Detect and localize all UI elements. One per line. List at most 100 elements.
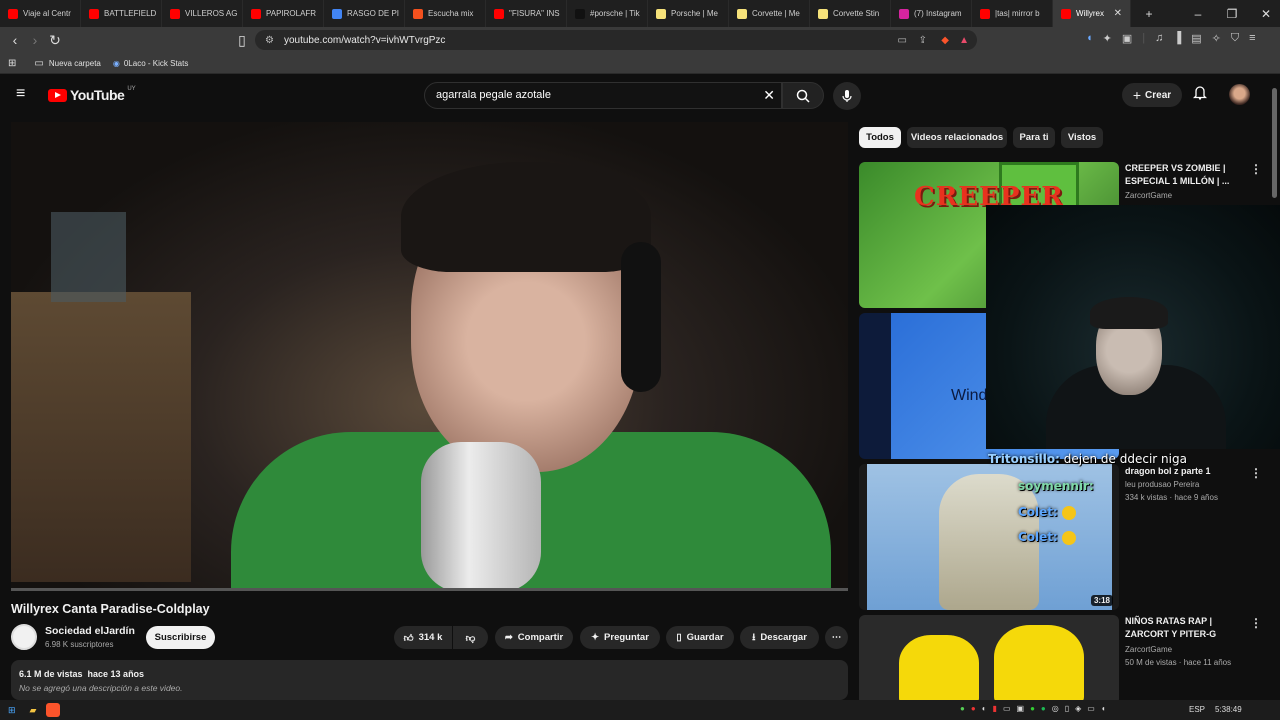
ask-button[interactable]: ✦ Preguntar bbox=[580, 626, 660, 649]
tray-app-icon[interactable]: ◐ bbox=[982, 704, 987, 713]
leo-icon[interactable]: ✧ bbox=[1212, 32, 1221, 45]
browser-tab[interactable]: Viaje al Centr bbox=[0, 0, 81, 27]
browser-tab[interactable]: Escucha mix bbox=[405, 0, 486, 27]
tray-app-icon[interactable]: ● bbox=[1030, 704, 1035, 713]
tray-app-icon[interactable]: ▯ bbox=[1065, 704, 1069, 713]
tray-app-icon[interactable]: ◈ bbox=[1075, 704, 1081, 713]
related-more-icon[interactable]: ⋮ bbox=[1250, 162, 1262, 176]
wallet-icon[interactable]: ▤ bbox=[1191, 32, 1201, 45]
brave-taskbar-icon[interactable] bbox=[46, 703, 61, 717]
windows-start-icon[interactable]: ⊞ bbox=[8, 705, 16, 716]
download-button[interactable]: ⭳ Descargar bbox=[740, 626, 819, 649]
search-input[interactable]: agarrala pegale azotale ✕ bbox=[424, 82, 782, 109]
browser-tab[interactable]: Corvette | Me bbox=[729, 0, 810, 27]
language-indicator[interactable]: ESP bbox=[1189, 705, 1205, 714]
tray-app-icon[interactable]: ● bbox=[971, 704, 976, 713]
tray-app-icon[interactable]: ▭ bbox=[1003, 704, 1011, 713]
youtube-logo[interactable]: YouTube UY bbox=[48, 86, 136, 103]
browser-tab[interactable]: (7) Instagram bbox=[891, 0, 972, 27]
network-icon[interactable]: ▭ bbox=[1087, 704, 1095, 713]
sparkle-icon: ✦ bbox=[591, 632, 600, 643]
hamburger-icon[interactable]: ≡ bbox=[16, 85, 25, 103]
progress-bar[interactable] bbox=[11, 588, 848, 591]
related-more-icon[interactable]: ⋮ bbox=[1250, 616, 1262, 630]
chip-todos[interactable]: Todos bbox=[859, 127, 901, 148]
site-info-icon[interactable]: ⚙ bbox=[265, 35, 274, 46]
search-query: agarrala pegale azotale bbox=[436, 89, 551, 101]
share-button[interactable]: ➦ Compartir bbox=[495, 626, 573, 649]
browser-tab[interactable]: BATTLEFIELD bbox=[81, 0, 162, 27]
clear-search-icon[interactable]: ✕ bbox=[763, 83, 775, 108]
brave-shield-icon[interactable]: ◆ bbox=[941, 35, 949, 46]
speech-icon[interactable]: ◖ bbox=[1086, 32, 1093, 45]
new-tab-icon[interactable]: + bbox=[1137, 7, 1161, 21]
bookmark-folder[interactable]: Nueva carpeta bbox=[49, 59, 101, 68]
page-scrollbar[interactable] bbox=[1272, 88, 1277, 198]
subscribe-button[interactable]: Suscribirse bbox=[146, 626, 215, 649]
browser-tab[interactable]: RASGO DE PI bbox=[324, 0, 405, 27]
volume-icon[interactable]: ◖ bbox=[1101, 704, 1106, 713]
voice-search-button[interactable] bbox=[833, 82, 861, 110]
extensions-icon[interactable]: ✦ bbox=[1103, 32, 1112, 45]
chip-para-ti[interactable]: Para ti bbox=[1013, 127, 1055, 148]
tab-close-icon[interactable]: ✕ bbox=[1114, 8, 1122, 19]
sidebar-icon[interactable]: ▐ bbox=[1173, 32, 1181, 45]
brave-rewards-icon[interactable]: ▲ bbox=[959, 35, 969, 46]
channel-avatar[interactable] bbox=[11, 624, 37, 650]
browser-tab[interactable]: |tas| mirror b bbox=[972, 0, 1053, 27]
tab-label: (7) Instagram bbox=[914, 9, 962, 18]
browser-tab[interactable]: Willyrex ✕ bbox=[1053, 0, 1131, 27]
tab-label: VILLEROS AG bbox=[185, 9, 238, 18]
bookmark-icon[interactable]: ▯ bbox=[232, 32, 252, 49]
description-box[interactable]: 6.1 M de vistas hace 13 años No se agreg… bbox=[11, 660, 848, 700]
media-icon[interactable]: ♫ bbox=[1155, 32, 1163, 45]
dislike-button[interactable]: 👎︎ bbox=[453, 626, 488, 649]
like-button[interactable]: 👍︎ 314 k bbox=[394, 626, 452, 649]
file-explorer-icon[interactable]: ▰ bbox=[30, 705, 37, 716]
browser-tab[interactable]: #porsche | Tik bbox=[567, 0, 648, 27]
browser-tab[interactable]: VILLEROS AG bbox=[162, 0, 243, 27]
back-icon[interactable]: ‹ bbox=[5, 32, 25, 48]
browser-tab[interactable]: "FISURA" INS bbox=[486, 0, 567, 27]
reload-icon[interactable]: ↻ bbox=[45, 32, 65, 49]
restore-icon[interactable]: ❐ bbox=[1215, 7, 1249, 21]
tray-app-icon[interactable]: ◎ bbox=[1052, 704, 1059, 713]
chip-vistos[interactable]: Vistos bbox=[1061, 127, 1103, 148]
video-player[interactable] bbox=[11, 122, 848, 591]
vpn-icon[interactable]: ⛉ bbox=[1231, 32, 1239, 45]
apps-icon[interactable]: ⊞ bbox=[8, 58, 16, 69]
related-channel[interactable]: ZarcortGame bbox=[1125, 644, 1172, 656]
avatar[interactable] bbox=[1229, 84, 1250, 105]
browser-tab[interactable]: Porsche | Me bbox=[648, 0, 729, 27]
related-title[interactable]: NIÑOS RATAS RAP | ZARCORT Y PITER-G bbox=[1125, 615, 1240, 641]
screenshot-icon[interactable]: ▣ bbox=[1122, 32, 1132, 45]
tray-app-icon[interactable]: ● bbox=[960, 704, 965, 713]
browser-tab[interactable]: Corvette Stin bbox=[810, 0, 891, 27]
streamer-hair bbox=[1090, 297, 1168, 329]
notifications-bell-icon[interactable] bbox=[1192, 85, 1208, 103]
clock[interactable]: 5:38:49 bbox=[1215, 705, 1242, 714]
share-icon[interactable]: ⇪ bbox=[919, 35, 927, 46]
url-bar[interactable]: ⚙ youtube.com/watch?v=ivhWTvrgPzc ▭ ⇪ ◆ … bbox=[255, 30, 977, 50]
ask-label: Preguntar bbox=[604, 632, 649, 643]
create-button[interactable]: + Crear bbox=[1122, 83, 1182, 107]
bookmark-kick-stats[interactable]: 0Laco - Kick Stats bbox=[124, 59, 188, 68]
tray-app-icon[interactable]: ▣ bbox=[1017, 704, 1025, 713]
related-title[interactable]: CREEPER VS ZOMBIE | ESPECIAL 1 MILLÓN | … bbox=[1125, 162, 1240, 188]
cast-icon[interactable]: ▭ bbox=[898, 35, 907, 46]
browser-tab-bar: Viaje al Centr BATTLEFIELD VILLEROS AG PAPI… bbox=[0, 0, 1280, 27]
related-channel[interactable]: ZarcortGame bbox=[1125, 190, 1172, 202]
related-thumbnail[interactable] bbox=[859, 615, 1119, 700]
minimize-icon[interactable]: – bbox=[1181, 7, 1215, 21]
spotify-icon[interactable]: ● bbox=[1041, 704, 1046, 713]
more-actions-button[interactable]: ⋯ bbox=[825, 626, 848, 649]
browser-tab[interactable]: PAPIROLAFR bbox=[243, 0, 324, 27]
search-button[interactable] bbox=[782, 82, 824, 109]
window-close-icon[interactable]: ✕ bbox=[1249, 7, 1280, 21]
menu-icon[interactable]: ≡ bbox=[1249, 32, 1255, 45]
tray-app-icon[interactable]: ▮ bbox=[993, 704, 997, 713]
channel-name[interactable]: Sociedad elJardín bbox=[45, 625, 135, 637]
forward-icon[interactable]: › bbox=[25, 32, 45, 48]
chip-videos-relacionados[interactable]: Videos relacionados bbox=[907, 127, 1007, 148]
save-button[interactable]: ▯ Guardar bbox=[666, 626, 734, 649]
